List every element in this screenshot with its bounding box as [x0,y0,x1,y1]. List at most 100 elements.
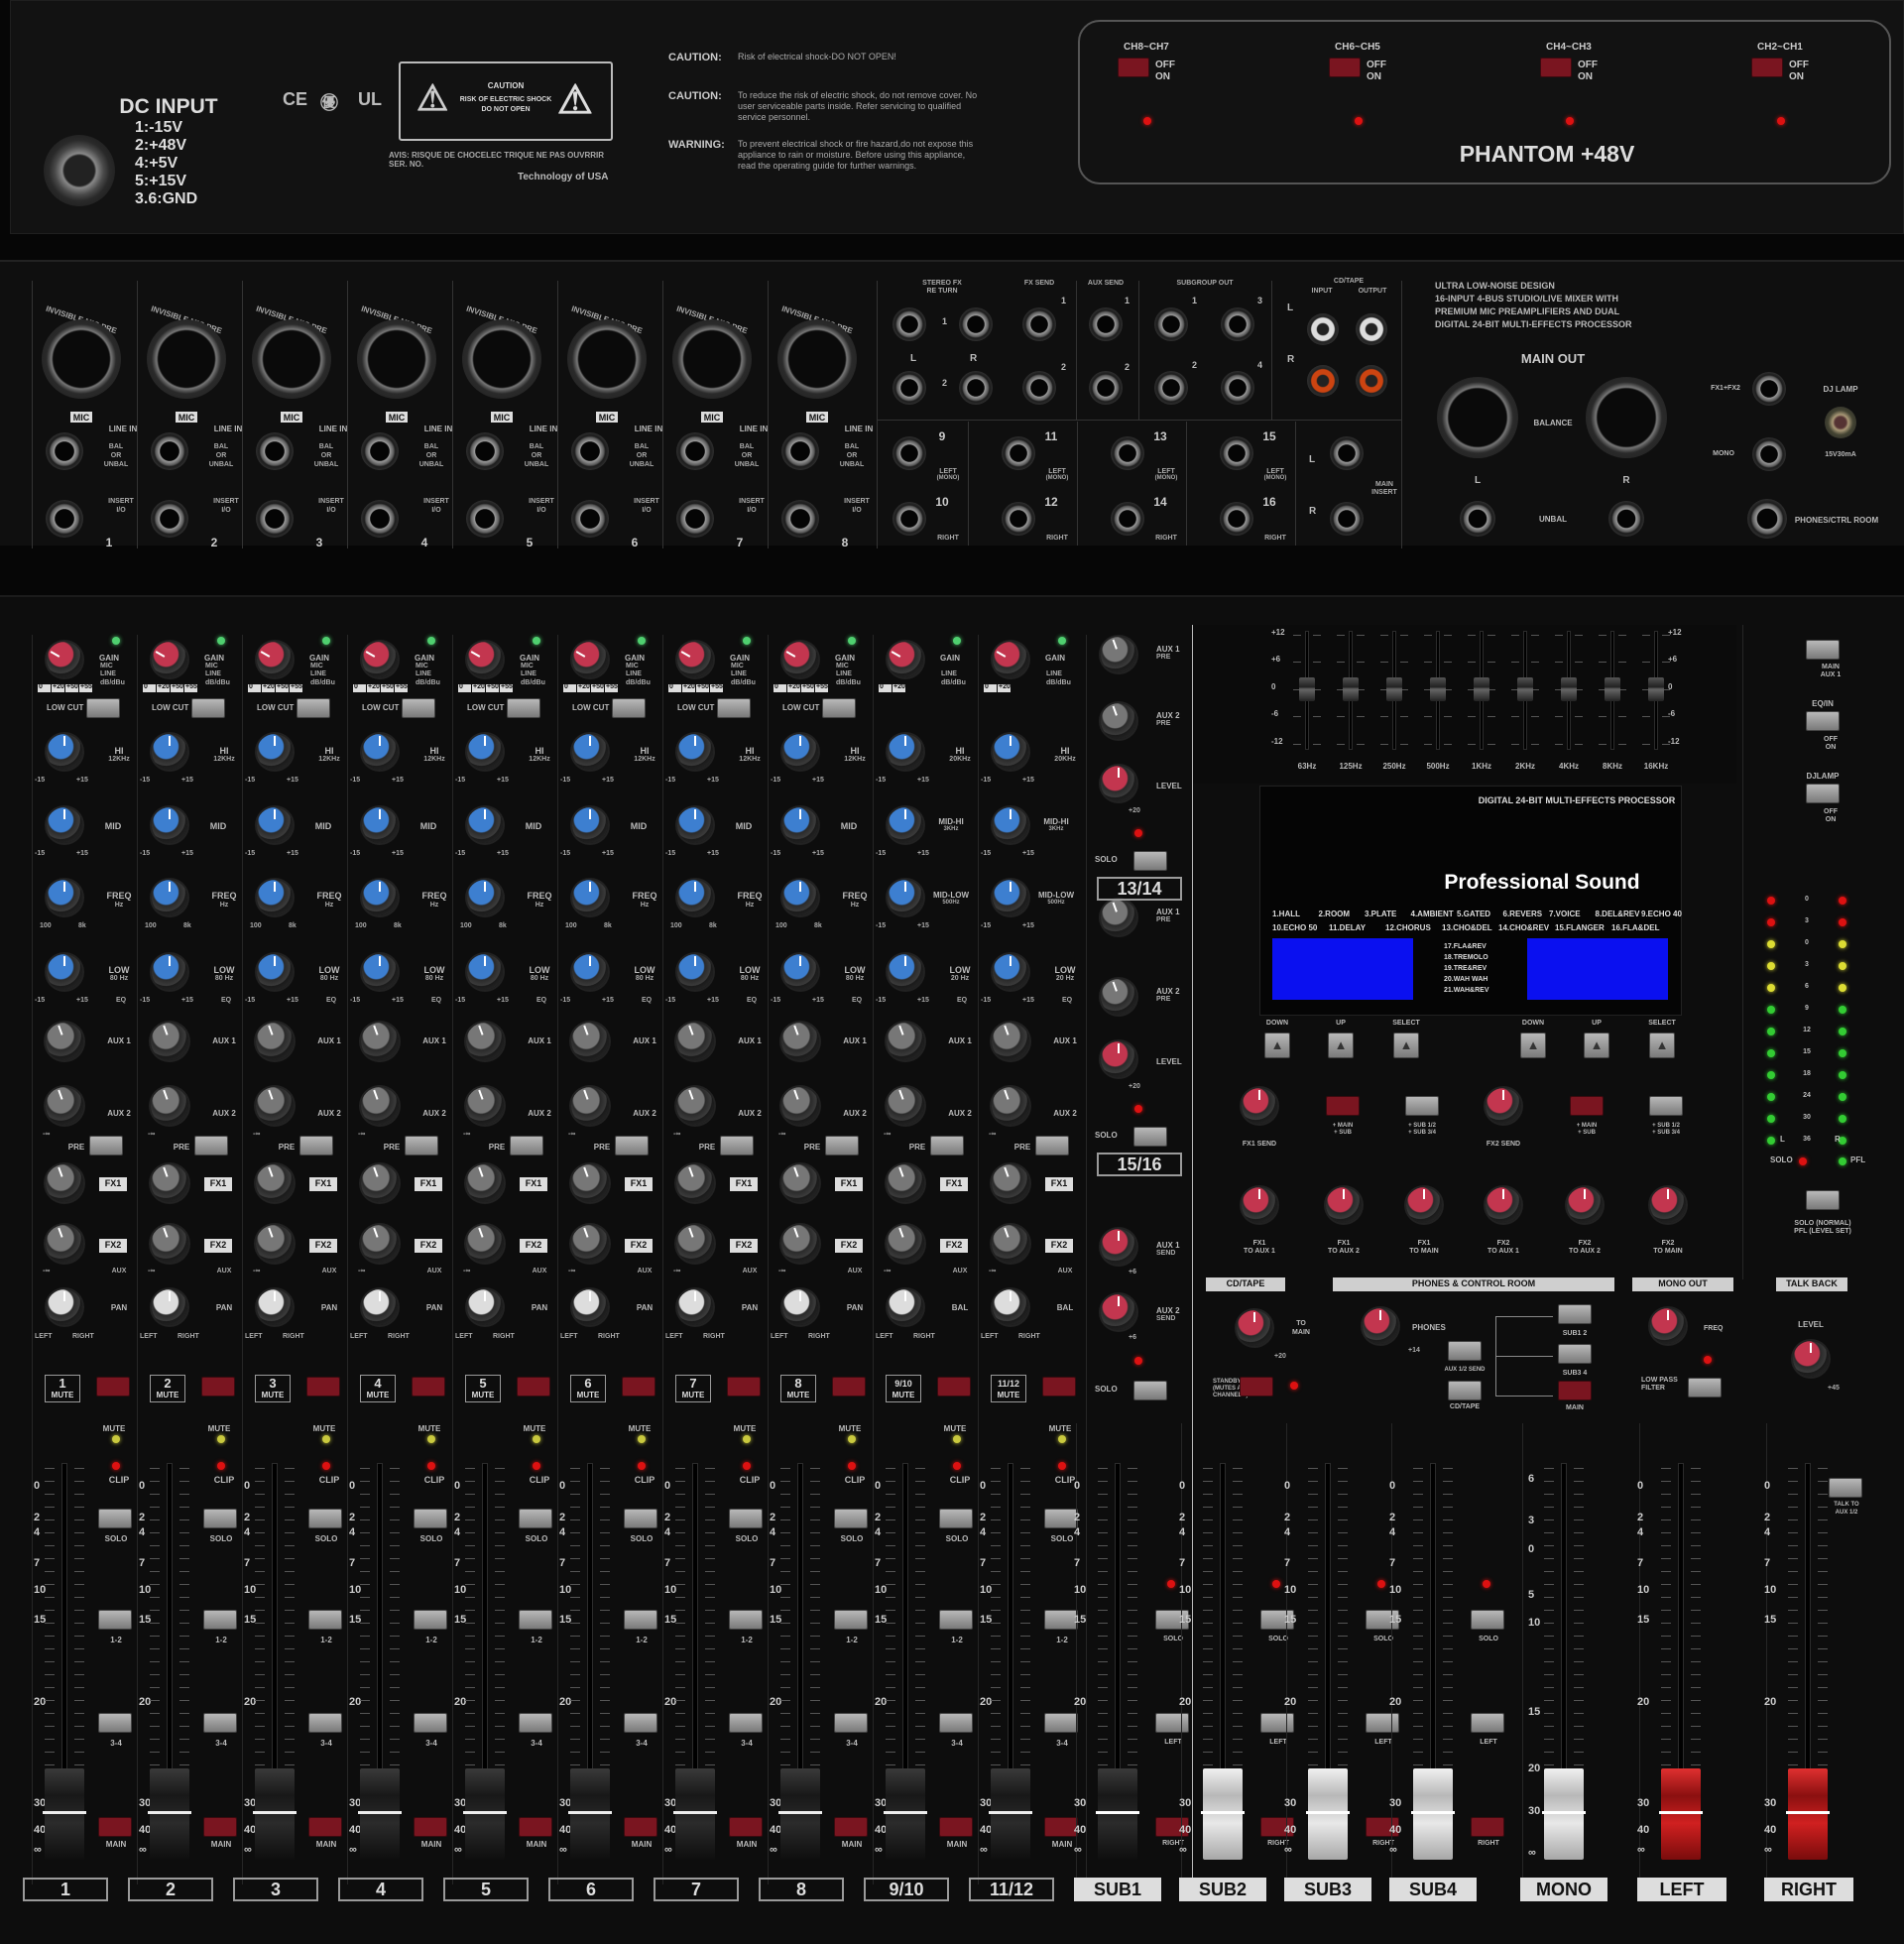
fx2-knob[interactable] [676,1225,714,1263]
line-in-jack[interactable] [781,432,819,470]
aux-return-solo[interactable] [1133,851,1167,871]
bus-right-button[interactable] [1471,1817,1504,1837]
channel-fader[interactable] [570,1768,610,1860]
low-eq-knob[interactable] [257,954,293,990]
low-cut-button[interactable] [507,698,540,718]
fx1-knob[interactable] [361,1164,399,1202]
eq-fader[interactable] [1474,677,1489,701]
main-insert-R[interactable] [1330,502,1364,536]
aux-send-knob[interactable] [1101,1229,1136,1265]
fx1-knob[interactable] [571,1164,609,1202]
channel-fader[interactable] [360,1768,400,1860]
fx1-fx2-jack[interactable] [1752,372,1786,406]
eq-fader[interactable] [1343,677,1359,701]
gain-knob[interactable] [467,642,503,677]
hi-eq-knob[interactable] [467,734,503,770]
line-in-jack[interactable] [151,432,188,470]
mono-jack[interactable] [1752,437,1786,471]
aux1-knob[interactable] [256,1023,294,1060]
freq-knob[interactable] [362,880,398,915]
solo-button[interactable] [834,1509,868,1528]
pan-knob[interactable] [152,1289,187,1325]
main-bus-button[interactable] [414,1817,447,1837]
subgroup-out-2[interactable] [1154,371,1188,405]
aux-return-level-knob[interactable] [1101,1041,1136,1077]
bus-1-2-button[interactable] [729,1610,763,1630]
aux-return-knob[interactable] [1101,637,1136,672]
insert-jack[interactable] [256,500,294,538]
low-eq-knob[interactable] [467,954,503,990]
low-eq-knob[interactable] [677,954,713,990]
main-bus-button[interactable] [98,1817,132,1837]
right-switch[interactable] [1806,711,1840,731]
xlr-mic-input[interactable] [672,319,752,399]
dsp-select-button[interactable]: ▲ [1393,1033,1419,1058]
main-insert-L[interactable] [1330,436,1364,470]
fx-send-knob[interactable] [1242,1088,1277,1124]
dsp-down-button[interactable]: ▲ [1520,1033,1546,1058]
eq-fader[interactable] [1605,677,1620,701]
aux2-knob[interactable] [992,1087,1029,1125]
main-out-unbal-R[interactable] [1608,501,1644,537]
freq-knob[interactable] [467,880,503,915]
bus-fader[interactable] [1203,1768,1243,1860]
mute-button[interactable] [96,1377,130,1397]
fx1-knob[interactable] [256,1164,294,1202]
low-cut-button[interactable] [612,698,646,718]
bus-3-4-button[interactable] [519,1713,552,1733]
mid-eq-knob[interactable] [782,807,818,843]
pan-knob[interactable] [362,1289,398,1325]
aux-pre-button[interactable] [194,1136,228,1155]
mid-eq-knob[interactable] [362,807,398,843]
rca-jack[interactable] [1356,313,1387,345]
eq-fader[interactable] [1517,677,1533,701]
hi-eq-knob[interactable] [572,734,608,770]
insert-jack[interactable] [46,500,83,538]
solo-button[interactable] [624,1509,657,1528]
freq-knob[interactable] [677,880,713,915]
aux-send-2[interactable] [1089,371,1123,405]
low-eq-knob[interactable] [362,954,398,990]
solo-button[interactable] [308,1509,342,1528]
mono-freq-knob[interactable] [1650,1308,1686,1344]
aux2-knob[interactable] [361,1087,399,1125]
pan-knob[interactable] [257,1289,293,1325]
bus-fader[interactable] [1544,1768,1584,1860]
main-bus-button[interactable] [519,1817,552,1837]
fx-routing-knob[interactable] [1326,1187,1362,1223]
aux-send-knob[interactable] [1101,1294,1136,1330]
channel-fader[interactable] [150,1768,189,1860]
gain-knob[interactable] [993,642,1028,677]
subgroup-out-3[interactable] [1221,307,1254,341]
bus-3-4-button[interactable] [834,1713,868,1733]
stereo-in-right[interactable] [1002,502,1035,536]
fx2-knob[interactable] [571,1225,609,1263]
aux-pre-button[interactable] [405,1136,438,1155]
fx-return-L1[interactable] [892,307,926,341]
cd-tape-cr-button[interactable] [1448,1381,1482,1400]
main-out-unbal-L[interactable] [1460,501,1495,537]
xlr-mic-input[interactable] [567,319,647,399]
insert-jack[interactable] [781,500,819,538]
mid-eq-knob[interactable] [257,807,293,843]
fx-routing-knob[interactable] [1567,1187,1603,1223]
line-in-jack[interactable] [46,432,83,470]
sub12-cr-button[interactable] [1558,1304,1592,1324]
low-eq-knob[interactable] [993,954,1028,990]
fx-main-sub-button[interactable] [1570,1096,1604,1116]
pan-knob[interactable] [47,1289,82,1325]
bus-1-2-button[interactable] [834,1610,868,1630]
low-eq-knob[interactable] [152,954,187,990]
talkback-level-knob[interactable] [1793,1341,1829,1377]
aux-pre-button[interactable] [825,1136,859,1155]
xlr-mic-input[interactable] [147,319,226,399]
hi-eq-knob[interactable] [782,734,818,770]
bus-1-2-button[interactable] [98,1610,132,1630]
solo-button[interactable] [1044,1509,1078,1528]
mute-button[interactable] [832,1377,866,1397]
xlr-mic-input[interactable] [42,319,121,399]
bus-1-2-button[interactable] [203,1610,237,1630]
line-in-jack[interactable] [256,432,294,470]
eq-fader[interactable] [1648,677,1664,701]
bus-1-2-button[interactable] [414,1610,447,1630]
